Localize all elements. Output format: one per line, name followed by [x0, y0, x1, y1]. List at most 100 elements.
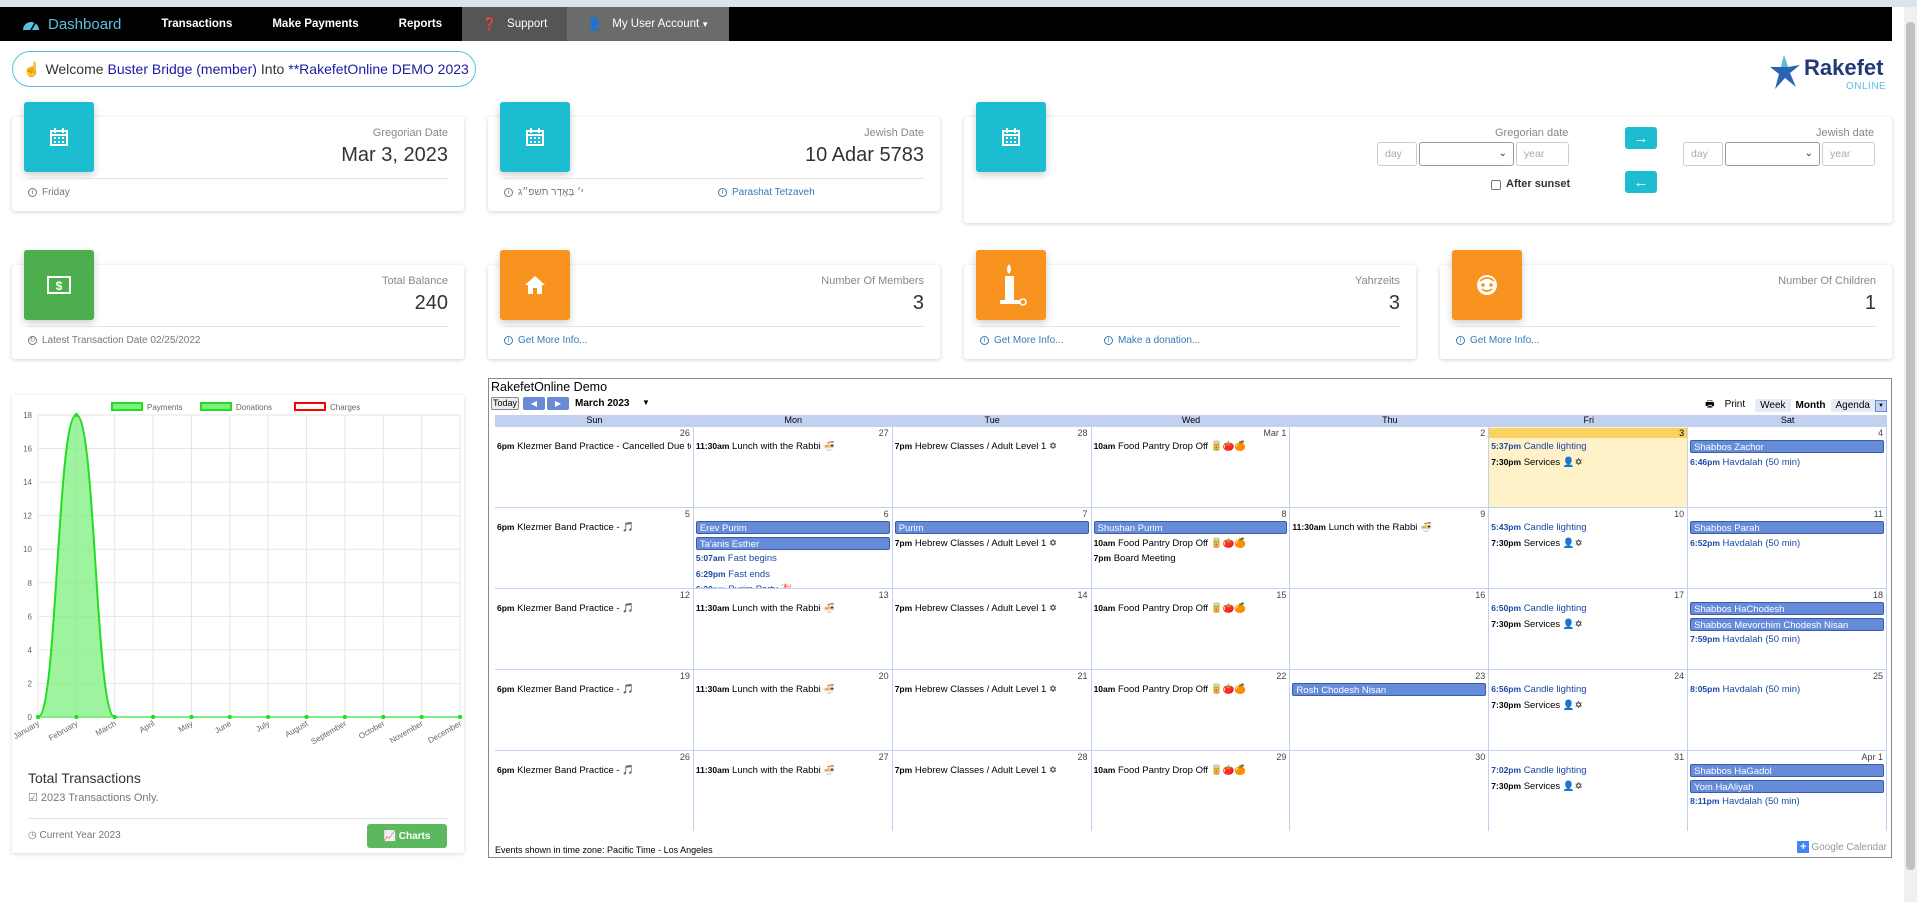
calendar-event[interactable]: 7pm Hebrew Classes / Adult Level 1 ✡: [895, 602, 1089, 615]
prev-month-button[interactable]: ◀: [523, 397, 545, 410]
calendar-event[interactable]: 7:59pm Havdalah (50 min): [1690, 633, 1884, 646]
calendar-day-cell[interactable]: 18 Shabbos HaChodesh Shabbos Mevorchim Cho…: [1688, 589, 1887, 669]
nav-support[interactable]: ❓ Support: [462, 7, 568, 41]
calendar-event[interactable]: 6:29pm Fast ends: [696, 568, 890, 581]
calendar-day-cell[interactable]: 3 5:37pm Candle lighting 7:30pm Services 👤…: [1489, 427, 1689, 507]
calendar-event[interactable]: 7:30pm Services 👤✡: [1491, 780, 1685, 793]
jewish-day-input[interactable]: day: [1683, 142, 1723, 166]
calendar-event[interactable]: 10am Food Pantry Drop Off 🥫🍅🍊: [1094, 602, 1288, 615]
calendar-day-cell[interactable]: 27 11:30am Lunch with the Rabbi 🍜: [693, 427, 893, 507]
calendar-event[interactable]: 5:37pm Candle lighting: [1491, 440, 1685, 453]
calendar-event[interactable]: 5:43pm Candle lighting: [1491, 521, 1685, 534]
jewish-month-select[interactable]: ⌄: [1725, 142, 1820, 166]
charts-button[interactable]: 📈 Charts: [367, 824, 447, 848]
gregorian-year-input[interactable]: year: [1516, 142, 1569, 166]
calendar-event[interactable]: 10am Food Pantry Drop Off 🥫🍅🍊: [1094, 683, 1288, 696]
calendar-day-cell[interactable]: 15 10am Food Pantry Drop Off 🥫🍅🍊: [1091, 589, 1291, 669]
calendar-day-cell[interactable]: 19 6pm Klezmer Band Practice - 🎵: [495, 670, 694, 750]
view-dropdown-icon[interactable]: ▼: [1875, 399, 1887, 412]
calendar-event[interactable]: 10am Food Pantry Drop Off 🥫🍅🍊: [1094, 537, 1288, 550]
calendar-event[interactable]: 7:30pm Services 👤✡: [1491, 456, 1685, 469]
calendar-day-cell[interactable]: 26 6pm Klezmer Band Practice - 🎵: [495, 751, 694, 831]
nav-transactions[interactable]: Transactions: [141, 7, 252, 41]
gregorian-month-select[interactable]: ⌄: [1419, 142, 1514, 166]
calendar-day-cell[interactable]: 27 11:30am Lunch with the Rabbi 🍜: [693, 751, 893, 831]
calendar-event[interactable]: Rosh Chodesh Nisan: [1292, 683, 1487, 696]
welcome-org[interactable]: **RakefetOnline DEMO 2023: [288, 61, 469, 77]
calendar-event[interactable]: 11:30am Lunch with the Rabbi 🍜: [1292, 521, 1486, 534]
calendar-event[interactable]: 7pm Hebrew Classes / Adult Level 1 ✡: [895, 683, 1089, 696]
calendar-day-cell[interactable]: Apr 1 Shabbos HaGadol Yom HaAliyah 8:11pm H…: [1688, 751, 1887, 831]
calendar-event[interactable]: 5:07am Fast begins: [696, 552, 890, 565]
calendar-day-cell[interactable]: 28 7pm Hebrew Classes / Adult Level 1 ✡: [892, 427, 1092, 507]
calendar-day-cell[interactable]: Mar 1 10am Food Pantry Drop Off 🥫🍅🍊: [1091, 427, 1291, 507]
calendar-event[interactable]: 6:46pm Havdalah (50 min): [1690, 456, 1884, 469]
calendar-event[interactable]: 7:02pm Candle lighting: [1491, 764, 1685, 777]
print-button[interactable]: 🖶 Print: [1695, 396, 1755, 415]
nav-user-account[interactable]: 👤 My User Account ▼: [567, 7, 730, 41]
calendar-event[interactable]: 7pm Hebrew Classes / Adult Level 1 ✡: [895, 764, 1089, 777]
parasha-link[interactable]: i Parashat Tetzaveh: [718, 187, 815, 198]
calendar-day-cell[interactable]: 14 7pm Hebrew Classes / Adult Level 1 ✡: [892, 589, 1092, 669]
calendar-event[interactable]: Shabbos HaChodesh: [1690, 602, 1884, 615]
calendar-day-cell[interactable]: 28 7pm Hebrew Classes / Adult Level 1 ✡: [892, 751, 1092, 831]
calendar-day-cell[interactable]: 13 11:30am Lunch with the Rabbi 🍜: [693, 589, 893, 669]
today-button[interactable]: Today: [491, 397, 519, 410]
calendar-event[interactable]: 7pm Hebrew Classes / Adult Level 1 ✡: [895, 440, 1089, 453]
calendar-day-cell[interactable]: 26 6pm Klezmer Band Practice - Cancelled …: [495, 427, 694, 507]
calendar-day-cell[interactable]: 10 5:43pm Candle lighting 7:30pm Services …: [1489, 508, 1689, 588]
calendar-event[interactable]: 6:50pm Candle lighting: [1491, 602, 1685, 615]
calendar-event[interactable]: 7:30pm Services 👤✡: [1491, 537, 1685, 550]
calendar-day-cell[interactable]: 29 10am Food Pantry Drop Off 🥫🍅🍊: [1091, 751, 1291, 831]
make-donation-link[interactable]: i Make a donation...: [1104, 335, 1200, 346]
calendar-day-cell[interactable]: 7 Purim 7pm Hebrew Classes / Adult Level 1…: [892, 508, 1092, 588]
calendar-event[interactable]: 6:56pm Candle lighting: [1491, 683, 1685, 696]
calendar-day-cell[interactable]: 31 7:02pm Candle lighting 7:30pm Services …: [1489, 751, 1689, 831]
calendar-day-cell[interactable]: 2: [1290, 427, 1490, 507]
calendar-event[interactable]: 11:30am Lunch with the Rabbi 🍜: [696, 683, 890, 696]
calendar-day-cell[interactable]: 4 Shabbos Zachor 6:46pm Havdalah (50 min): [1688, 427, 1887, 507]
calendar-day-cell[interactable]: 25 8:05pm Havdalah (50 min): [1688, 670, 1887, 750]
calendar-event[interactable]: 6:30pm Purim Party 🎉: [696, 583, 890, 588]
calendar-event[interactable]: Yom HaAliyah: [1690, 779, 1884, 793]
calendar-day-cell[interactable]: 9 11:30am Lunch with the Rabbi 🍜: [1290, 508, 1490, 588]
children-more-info-link[interactable]: i Get More Info...: [1456, 335, 1539, 346]
calendar-event[interactable]: 8:11pm Havdalah (50 min): [1690, 795, 1884, 808]
calendar-day-cell[interactable]: 17 6:50pm Candle lighting 7:30pm Services …: [1489, 589, 1689, 669]
members-more-info-link[interactable]: i Get More Info...: [504, 335, 587, 346]
calendar-event[interactable]: 6pm Klezmer Band Practice - Cancelled Du…: [497, 440, 691, 453]
calendar-event[interactable]: 7:30pm Services 👤✡: [1491, 699, 1685, 712]
nav-reports[interactable]: Reports: [379, 7, 462, 41]
calendar-event[interactable]: Purim: [894, 521, 1089, 534]
nav-dashboard[interactable]: Dashboard: [0, 7, 141, 41]
calendar-event[interactable]: 11:30am Lunch with the Rabbi 🍜: [696, 440, 890, 453]
calendar-day-cell[interactable]: 6 Erev Purim Ta'anis Esther 5:07am Fast beg…: [693, 508, 893, 588]
page-scrollbar-thumb[interactable]: [1906, 22, 1915, 870]
calendar-event[interactable]: 7pm Hebrew Classes / Adult Level 1 ✡: [895, 537, 1089, 550]
calendar-day-cell[interactable]: 5 6pm Klezmer Band Practice - 🎵: [495, 508, 694, 588]
calendar-day-cell[interactable]: 12 6pm Klezmer Band Practice - 🎵: [495, 589, 694, 669]
calendar-event[interactable]: 7:30pm Services 👤✡: [1491, 618, 1685, 631]
tab-week[interactable]: Week: [1755, 399, 1791, 412]
convert-to-jewish-button[interactable]: →: [1625, 127, 1657, 149]
calendar-event[interactable]: 10am Food Pantry Drop Off 🥫🍅🍊: [1094, 440, 1288, 453]
google-calendar-button[interactable]: + Google Calendar: [1797, 841, 1887, 853]
welcome-user[interactable]: Buster Bridge (member): [108, 61, 257, 77]
calendar-day-cell[interactable]: 16: [1290, 589, 1490, 669]
calendar-event[interactable]: Ta'anis Esther: [695, 536, 890, 550]
calendar-event[interactable]: 8:05pm Havdalah (50 min): [1690, 683, 1884, 696]
calendar-event[interactable]: Shabbos Mevorchim Chodesh Nisan: [1690, 617, 1884, 631]
convert-to-gregorian-button[interactable]: ←: [1625, 171, 1657, 193]
calendar-day-cell[interactable]: 20 11:30am Lunch with the Rabbi 🍜: [693, 670, 893, 750]
calendar-event[interactable]: Shushan Purim: [1093, 521, 1288, 534]
gregorian-day-input[interactable]: day: [1377, 142, 1417, 166]
calendar-event[interactable]: 11:30am Lunch with the Rabbi 🍜: [696, 764, 890, 777]
calendar-event[interactable]: 10am Food Pantry Drop Off 🥫🍅🍊: [1094, 764, 1288, 777]
nav-make-payments[interactable]: Make Payments: [252, 7, 378, 41]
calendar-day-cell[interactable]: 11 Shabbos Parah 6:52pm Havdalah (50 min): [1688, 508, 1887, 588]
tab-agenda[interactable]: Agenda: [1830, 399, 1875, 412]
tab-month[interactable]: Month: [1790, 399, 1831, 412]
yahrzeits-more-info-link[interactable]: i Get More Info...: [980, 335, 1063, 346]
calendar-event[interactable]: 6:52pm Havdalah (50 min): [1690, 537, 1884, 550]
next-month-button[interactable]: ▶: [547, 397, 569, 410]
